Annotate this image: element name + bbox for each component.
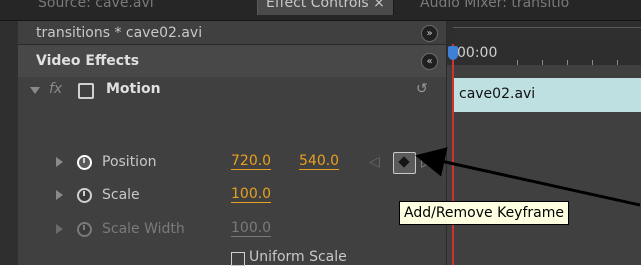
property-name: Position [102, 154, 157, 170]
ruler-tick [567, 60, 568, 65]
transform-icon [78, 83, 94, 99]
add-remove-keyframe-tooltip: Add/Remove Keyframe [399, 201, 569, 225]
timeline-clip-bar[interactable]: cave02.avi [453, 78, 641, 112]
timeline-clip-name: cave02.avi [459, 86, 536, 102]
playhead-line[interactable] [452, 44, 454, 265]
work-area-bar[interactable] [453, 27, 641, 38]
effect-controls-panel: transitions * cave02.avi » Video Effects… [18, 21, 446, 266]
uniform-scale-label: Uniform Scale [249, 249, 347, 265]
stopwatch-icon[interactable] [77, 222, 92, 237]
playhead-handle[interactable] [448, 46, 458, 60]
scale-width-value[interactable]: 100.0 [231, 221, 272, 237]
ruler-tick [592, 60, 593, 65]
time-ruler[interactable]: 00:00 [447, 21, 641, 65]
position-y-value[interactable]: 540.0 [299, 154, 340, 170]
tab-source[interactable]: Source: cave.avi [30, 0, 162, 15]
tab-effect-controls[interactable]: Effect Controls × [257, 0, 394, 15]
keyframe-diamond-icon [398, 156, 410, 168]
property-name: Scale Width [102, 221, 185, 237]
panel-tabs: Source: cave.avi Effect Controls × Audio… [0, 0, 641, 21]
ruler-tick [542, 60, 543, 65]
prev-keyframe-icon[interactable]: ◁ [369, 154, 380, 170]
position-x-value[interactable]: 720.0 [231, 154, 272, 170]
uniform-scale-checkbox[interactable] [231, 252, 245, 266]
add-remove-keyframe-button[interactable] [393, 152, 416, 174]
double-chevron-up-icon[interactable]: « [421, 53, 438, 70]
video-effects-label: Video Effects [36, 53, 140, 69]
time-display: 00:00 [457, 45, 498, 61]
motion-effect-row[interactable]: fx Motion ↺ [18, 77, 446, 103]
scale-value[interactable]: 100.0 [231, 187, 272, 203]
clip-name: transitions * cave02.avi [36, 25, 203, 41]
expand-motion-triangle-icon[interactable] [30, 87, 40, 94]
expand-scale-width-triangle-icon[interactable] [56, 224, 63, 234]
clip-name-row: transitions * cave02.avi » [18, 21, 446, 44]
stopwatch-icon[interactable] [77, 155, 92, 170]
property-name: Scale [102, 187, 140, 203]
fx-icon[interactable]: fx [49, 81, 62, 97]
property-row-scale-width: Scale Width 100.0 [18, 217, 446, 243]
motion-label: Motion [106, 81, 161, 97]
expand-scale-triangle-icon[interactable] [56, 190, 63, 200]
effect-controls-window: Source: cave.avi Effect Controls × Audio… [0, 0, 641, 266]
tab-audio-mixer[interactable]: Audio Mixer: transitio [412, 0, 577, 15]
ruler-tick [617, 60, 618, 65]
property-row-position: Position 720.0 540.0 ◁ ▷ [18, 150, 446, 176]
timeline-panel: 00:00 cave02.avi [446, 21, 641, 265]
property-row-scale: Scale 100.0 [18, 183, 446, 209]
video-effects-header: Video Effects « [18, 44, 446, 77]
reset-icon[interactable]: ↺ [416, 81, 428, 97]
next-keyframe-icon[interactable]: ▷ [421, 154, 432, 170]
expand-position-triangle-icon[interactable] [56, 157, 63, 167]
ruler-tick [517, 60, 518, 65]
double-chevron-right-icon[interactable]: » [421, 25, 438, 42]
left-gutter [0, 21, 18, 265]
stopwatch-icon[interactable] [77, 188, 92, 203]
